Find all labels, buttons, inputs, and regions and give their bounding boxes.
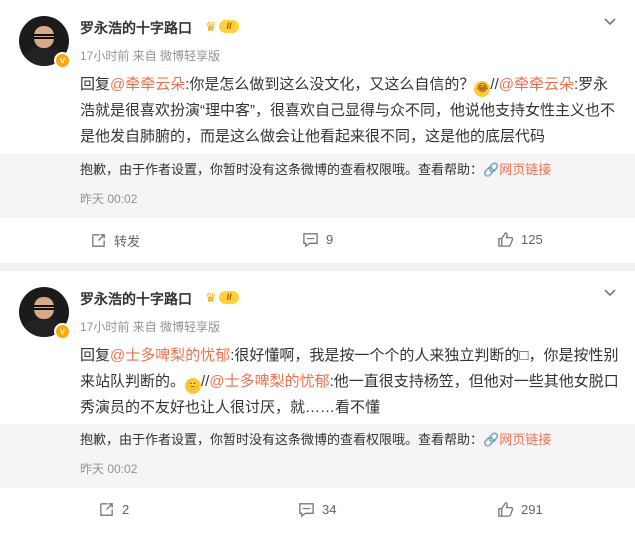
post-card: v 罗永浩的十字路口 ♛ II 17小时前 来自 微博轻享版 回复@士多啤梨的忧郁…: [0, 271, 635, 533]
verified-icon: v: [54, 323, 71, 340]
level-badge: II: [219, 291, 239, 304]
crown-icon[interactable]: ♛ II: [205, 19, 239, 34]
laugh-emoji-icon: 😂: [474, 81, 491, 97]
post-content: 回复@士多啤梨的忧郁:很好懂啊，我是按一个个的人来独立判断的□，你是按性别来站队…: [80, 347, 619, 416]
comment-button[interactable]: 9: [302, 231, 333, 248]
chevron-down-icon[interactable]: [603, 285, 617, 302]
action-bar: 转发 9 125: [0, 219, 635, 263]
repost-icon: [92, 234, 105, 247]
like-button[interactable]: 291: [497, 501, 543, 518]
username[interactable]: 罗永浩的十字路口: [80, 289, 192, 309]
post-content: 回复@牵牵云朵:你是怎么做到这么没文化，又这么自信的？ 😂//@牵牵云朵:罗永浩就…: [80, 76, 615, 145]
mention-link[interactable]: @牵牵云朵: [110, 76, 185, 93]
chevron-down-icon[interactable]: [603, 14, 617, 31]
like-button[interactable]: 125: [497, 231, 543, 248]
mention-link[interactable]: @士多啤梨的忧郁: [110, 347, 230, 364]
username[interactable]: 罗永浩的十字路口: [80, 18, 192, 38]
web-link[interactable]: 🔗网页链接: [483, 432, 551, 447]
action-bar: 2 34 291: [0, 489, 635, 533]
crown-icon[interactable]: ♛ II: [205, 290, 239, 305]
web-link[interactable]: 🔗网页链接: [483, 162, 551, 177]
comment-icon: [303, 233, 318, 248]
post-meta: 17小时前 来自 微博轻享版: [80, 49, 221, 63]
repost-icon: [100, 503, 113, 516]
retweet-box: 抱歉，由于作者设置，你暂时没有这条微博的查看权限哦。查看帮助：🔗网页链接 昨天 …: [0, 424, 635, 488]
retweet-notice: 抱歉，由于作者设置，你暂时没有这条微博的查看权限哦。查看帮助：🔗网页链接: [80, 162, 552, 177]
smile-emoji-icon: 🙂: [185, 378, 202, 394]
like-icon: [498, 502, 514, 517]
link-icon: 🔗: [483, 162, 500, 177]
level-badge: II: [219, 20, 239, 33]
retweet-time: 昨天 00:02: [80, 462, 138, 476]
retweet-time: 昨天 00:02: [80, 192, 138, 206]
post-meta: 17小时前 来自 微博轻享版: [80, 320, 221, 334]
link-icon: 🔗: [483, 432, 500, 447]
retweet-notice: 抱歉，由于作者设置，你暂时没有这条微博的查看权限哦。查看帮助：🔗网页链接: [80, 432, 552, 447]
retweet-box: 抱歉，由于作者设置，你暂时没有这条微博的查看权限哦。查看帮助：🔗网页链接 昨天 …: [0, 154, 635, 218]
verified-icon: v: [54, 52, 71, 69]
like-icon: [498, 232, 514, 247]
comment-button[interactable]: 34: [298, 501, 336, 518]
post-card: v 罗永浩的十字路口 ♛ II 17小时前 来自 微博轻享版 回复@牵牵云朵:你是…: [0, 0, 635, 263]
repost-button[interactable]: 转发: [90, 231, 140, 250]
mention-link[interactable]: @牵牵云朵: [499, 76, 574, 93]
mention-link[interactable]: @士多啤梨的忧郁: [209, 373, 329, 390]
repost-button[interactable]: 2: [98, 501, 129, 518]
comment-icon: [299, 503, 314, 518]
